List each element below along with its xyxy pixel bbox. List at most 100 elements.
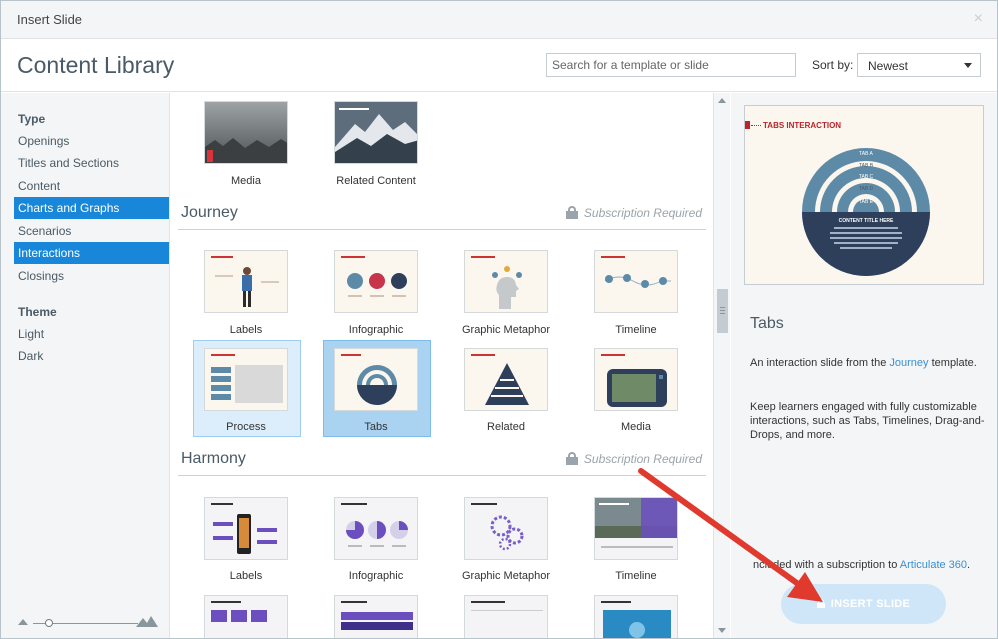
title-bar: Insert Slide × bbox=[1, 1, 997, 39]
related-slide-image bbox=[465, 349, 547, 410]
caption-journey-graphic-metaphor: Graphic Metaphor bbox=[461, 324, 551, 336]
thumb-journey-media[interactable] bbox=[594, 348, 678, 411]
sidebar-item-scenarios[interactable]: Scenarios bbox=[14, 220, 169, 242]
theme-heading: Theme bbox=[18, 305, 57, 319]
thumb-journey-labels[interactable] bbox=[204, 250, 288, 313]
caption-journey-tabs: Tabs bbox=[364, 421, 388, 433]
tab-label-a: TAB A bbox=[859, 151, 873, 157]
harmony-character-image bbox=[465, 596, 547, 638]
subscription-required-harmony: Subscription Required bbox=[565, 452, 702, 466]
subscription-required-journey: Subscription Required bbox=[565, 206, 702, 220]
tab-label-c: TAB C bbox=[859, 174, 874, 180]
harmony-labels-image bbox=[205, 498, 287, 559]
process-slide-image bbox=[205, 349, 287, 410]
slide-description: An interaction slide from the Journey te… bbox=[750, 357, 977, 369]
zoom-handle[interactable] bbox=[45, 619, 53, 627]
template-grid: Media Related Content Journey Subscripti… bbox=[171, 93, 713, 638]
sort-dropdown[interactable]: Newest bbox=[857, 53, 981, 77]
harmony-media-image bbox=[595, 596, 677, 638]
slide-description-detail: Keep learners engaged with fully customi… bbox=[750, 401, 985, 441]
caption-related-content: Related Content bbox=[336, 175, 416, 187]
tab-label-d: TAB D bbox=[859, 186, 874, 192]
window-title: Insert Slide bbox=[17, 12, 83, 27]
caption-harmony-infographic: Infographic bbox=[348, 570, 404, 582]
articulate-360-link[interactable]: Articulate 360 bbox=[900, 559, 967, 571]
media-slide-image bbox=[595, 349, 677, 410]
foggy-forest-image bbox=[205, 102, 287, 163]
divider bbox=[178, 475, 706, 476]
section-title-harmony: Harmony bbox=[181, 450, 246, 467]
sidebar-item-content[interactable]: Content bbox=[14, 175, 169, 197]
sidebar-item-openings[interactable]: Openings bbox=[14, 130, 169, 152]
journey-link[interactable]: Journey bbox=[889, 357, 928, 369]
caption-journey-related: Related bbox=[487, 421, 525, 433]
lock-icon bbox=[565, 206, 578, 219]
tab-label-b: TAB B bbox=[859, 163, 874, 169]
grid-scrollbar[interactable] bbox=[713, 93, 730, 638]
sort-label: Sort by: bbox=[812, 58, 854, 72]
thumb-harmony-character[interactable] bbox=[464, 595, 548, 638]
harmony-tabs-image bbox=[335, 596, 417, 638]
filter-sidebar: Type Openings Titles and Sections Conten… bbox=[1, 93, 170, 638]
scroll-down-icon[interactable] bbox=[718, 628, 726, 633]
small-mountain-icon bbox=[18, 619, 28, 625]
sort-value: Newest bbox=[868, 59, 909, 73]
search-input[interactable] bbox=[546, 53, 796, 77]
library-header: Content Library Sort by: Newest bbox=[1, 40, 997, 92]
zoom-slider[interactable] bbox=[18, 615, 158, 629]
timeline-slide-image bbox=[595, 251, 677, 312]
insert-slide-button[interactable]: INSERT SLIDE bbox=[781, 584, 946, 624]
sidebar-item-charts-and-graphs[interactable]: Charts and Graphs bbox=[14, 197, 169, 219]
harmony-timeline-image bbox=[595, 498, 677, 559]
mountain-image bbox=[335, 102, 417, 163]
caption-journey-timeline: Timeline bbox=[615, 324, 657, 336]
large-mountain-icon bbox=[136, 616, 158, 627]
sidebar-item-dark[interactable]: Dark bbox=[14, 345, 169, 367]
thumb-harmony-process[interactable] bbox=[204, 595, 288, 638]
tabs-slide-image bbox=[335, 349, 417, 410]
labels-slide-image bbox=[205, 251, 287, 312]
harmony-process-image bbox=[205, 596, 287, 638]
thumb-journey-timeline[interactable] bbox=[594, 250, 678, 313]
insert-slide-dialog: Insert Slide × Content Library Sort by: … bbox=[0, 0, 998, 639]
caption-journey-media: Media bbox=[621, 421, 651, 433]
sidebar-item-light[interactable]: Light bbox=[14, 323, 169, 345]
graphic-metaphor-slide-image bbox=[465, 251, 547, 312]
subscription-note: ncluded with a subscription to Articulat… bbox=[753, 559, 971, 571]
thumb-journey-graphic-metaphor[interactable] bbox=[464, 250, 548, 313]
harmony-gears-image bbox=[465, 498, 547, 559]
thumb-media-top[interactable] bbox=[204, 101, 288, 164]
content-title-text: CONTENT TITLE HERE bbox=[839, 218, 894, 224]
thumb-journey-related[interactable] bbox=[464, 348, 548, 411]
thumb-journey-infographic[interactable] bbox=[334, 250, 418, 313]
caption-journey-infographic: Infographic bbox=[348, 324, 404, 336]
thumb-journey-process[interactable] bbox=[204, 348, 288, 411]
slide-preview-image: TABS INTERACTION TAB A TAB B TAB C TAB D… bbox=[744, 105, 984, 285]
thumb-related-content[interactable] bbox=[334, 101, 418, 164]
thumb-harmony-graphic-metaphor[interactable] bbox=[464, 497, 548, 560]
lock-icon bbox=[816, 599, 825, 608]
thumb-harmony-media[interactable] bbox=[594, 595, 678, 638]
sidebar-item-closings[interactable]: Closings bbox=[14, 265, 169, 287]
caption-journey-process: Process bbox=[226, 421, 266, 433]
thumb-harmony-tabs[interactable] bbox=[334, 595, 418, 638]
sidebar-item-titles-and-sections[interactable]: Titles and Sections bbox=[14, 152, 169, 174]
thumb-harmony-labels[interactable] bbox=[204, 497, 288, 560]
divider bbox=[178, 229, 706, 230]
thumb-harmony-infographic[interactable] bbox=[334, 497, 418, 560]
caption-media-top: Media bbox=[231, 175, 261, 187]
page-title: Content Library bbox=[17, 52, 175, 78]
caption-harmony-timeline: Timeline bbox=[615, 570, 657, 582]
caption-harmony-graphic-metaphor: Graphic Metaphor bbox=[461, 570, 551, 582]
lock-icon bbox=[565, 452, 578, 465]
infographic-slide-image bbox=[335, 251, 417, 312]
thumb-journey-tabs[interactable] bbox=[334, 348, 418, 411]
thumb-harmony-timeline[interactable] bbox=[594, 497, 678, 560]
caption-journey-labels: Labels bbox=[229, 324, 263, 336]
close-icon[interactable]: × bbox=[974, 10, 983, 28]
sidebar-item-interactions[interactable]: Interactions bbox=[14, 242, 169, 264]
scrollbar-thumb[interactable] bbox=[717, 289, 728, 333]
scroll-up-icon[interactable] bbox=[718, 98, 726, 103]
type-heading: Type bbox=[18, 112, 46, 126]
caption-harmony-labels: Labels bbox=[229, 570, 263, 582]
